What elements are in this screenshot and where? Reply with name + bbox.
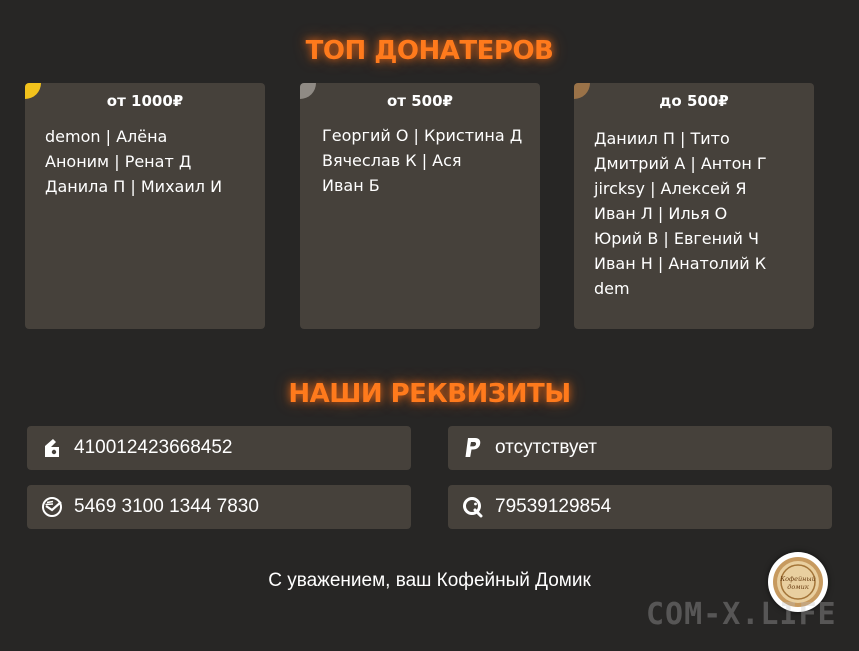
sberbank-card-number: 5469 3100 1344 7830: [74, 496, 259, 517]
signature-text: С уважением, ваш Кофейный Домик: [268, 570, 591, 591]
donor-entry: Данила П | Михаил И: [45, 177, 223, 196]
sberbank-icon: [41, 496, 63, 518]
requisite-sberbank[interactable]: 5469 3100 1344 7830: [27, 485, 411, 529]
donor-list: demon | Алёна Аноним | Ренат Д Данила П …: [45, 124, 259, 199]
requisite-qiwi[interactable]: 79539129854: [448, 485, 832, 529]
top-donors-title: ТОП ДОНАТЕРОВ: [305, 36, 554, 66]
watermark: COM-X.LIFE: [646, 597, 837, 632]
yoomoney-number: 410012423668452: [74, 437, 233, 458]
tier-title: до 500₽: [659, 92, 729, 110]
requisites-title: НАШИ РЕКВИЗИТЫ: [288, 379, 571, 409]
donor-entry: Георгий О | Кристина Д: [322, 126, 523, 145]
requisite-paypal[interactable]: отсутствует: [448, 426, 832, 470]
donor-card-1000: от 1000₽ demon | Алёна Аноним | Ренат Д …: [25, 83, 265, 329]
donor-entry: Юрий В | Евгений Ч: [594, 229, 759, 248]
svg-text:Кофейный: Кофейный: [779, 575, 816, 583]
donor-entry: Иван Л | Илья О: [594, 204, 728, 223]
donor-card-500: от 500₽ Георгий О | Кристина Д Вячеслав …: [300, 83, 540, 329]
donor-entry: dem: [594, 279, 630, 298]
tier-title: от 500₽: [387, 92, 453, 110]
donor-entry: Иван Н | Анатолий К: [594, 254, 767, 273]
svg-text:домик: домик: [787, 583, 809, 591]
donor-card-under-500: до 500₽ Даниил П | Тито Дмитрий А | Анто…: [574, 83, 814, 329]
donor-entry: Дмитрий А | Антон Г: [594, 154, 767, 173]
donor-entry: Аноним | Ренат Д: [45, 152, 192, 171]
donor-entry: Даниил П | Тито: [594, 129, 730, 148]
donor-entry: Иван Б: [322, 176, 380, 195]
paypal-value: отсутствует: [495, 437, 597, 458]
requisite-yoomoney[interactable]: 410012423668452: [27, 426, 411, 470]
qiwi-icon: [462, 496, 484, 518]
yoomoney-icon: [41, 437, 63, 459]
donor-entry: jircksy | Алексей Я: [594, 179, 747, 198]
qiwi-number: 79539129854: [495, 496, 612, 517]
donor-entry: demon | Алёна: [45, 127, 168, 146]
donor-list: Георгий О | Кристина Д Вячеслав К | Ася …: [322, 123, 534, 198]
donor-list: Даниил П | Тито Дмитрий А | Антон Г jirc…: [594, 126, 808, 301]
paypal-icon: [462, 437, 484, 459]
donor-entry: Вячеслав К | Ася: [322, 151, 462, 170]
tier-title: от 1000₽: [106, 92, 184, 110]
